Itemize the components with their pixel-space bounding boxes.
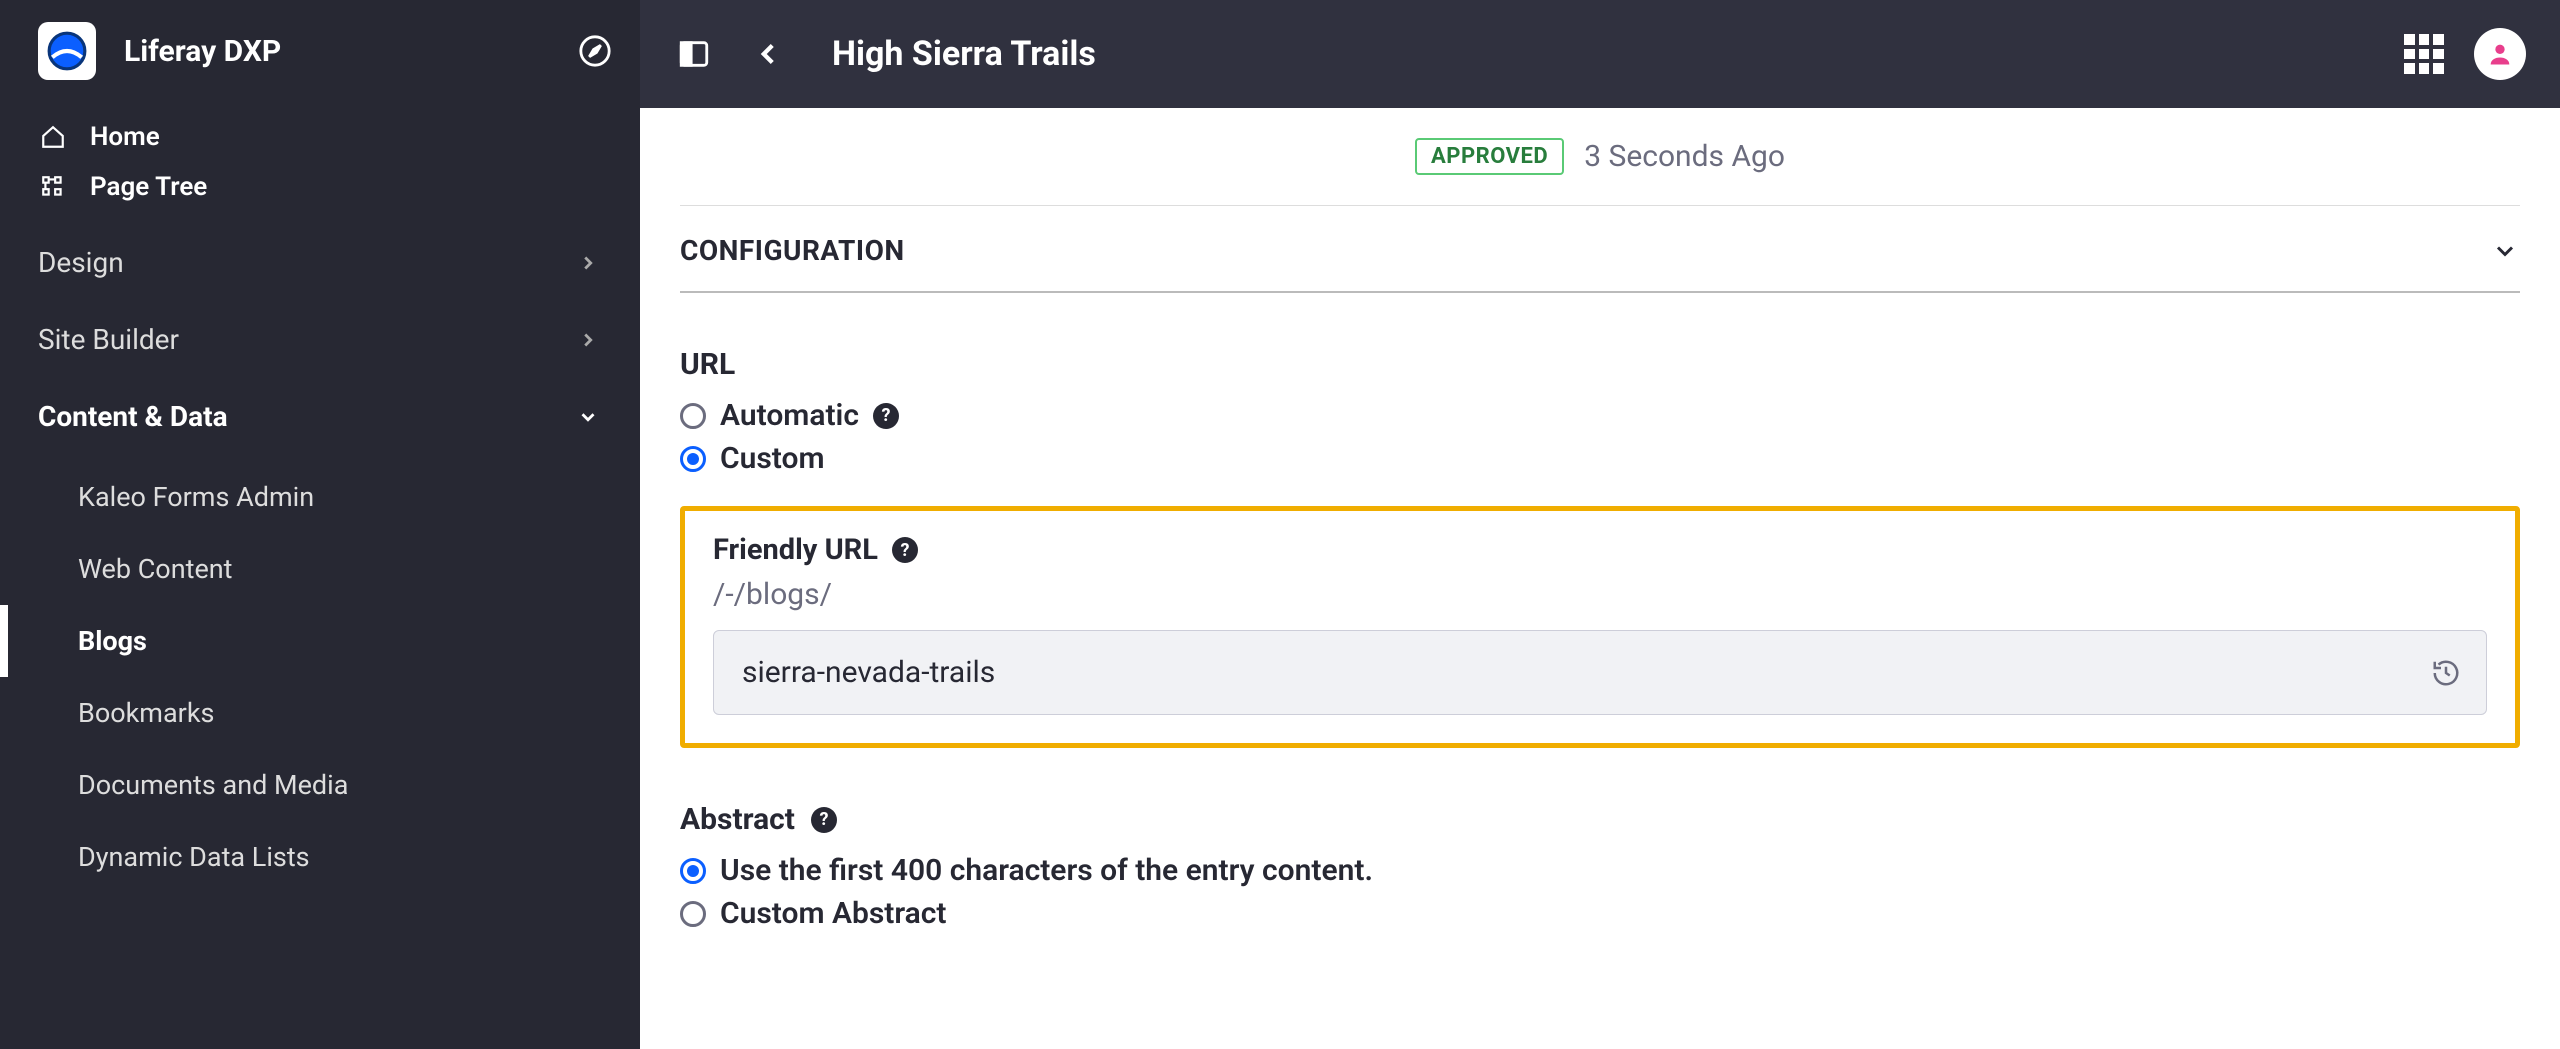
status-badge: APPROVED <box>1415 138 1564 175</box>
radio-icon <box>680 901 706 927</box>
sidebar-subitems: Kaleo Forms Admin Web Content Blogs Book… <box>0 455 640 899</box>
app-logo[interactable] <box>38 22 96 80</box>
quicklink-label: Page Tree <box>90 172 207 202</box>
history-icon[interactable] <box>2429 656 2463 690</box>
section-label: Content & Data <box>38 400 228 433</box>
sidebar-section-design[interactable]: Design <box>0 224 640 301</box>
app-title: Liferay DXP <box>124 34 578 69</box>
abstract-option-first400[interactable]: Use the first 400 characters of the entr… <box>680 853 2520 888</box>
radio-icon <box>680 858 706 884</box>
radio-icon <box>680 446 706 472</box>
page-title: High Sierra Trails <box>832 34 1096 74</box>
topbar: High Sierra Trails <box>640 0 2560 108</box>
friendly-url-label-text: Friendly URL <box>713 533 878 567</box>
status-bar: APPROVED 3 Seconds Ago <box>640 108 2560 205</box>
configuration-panel: CONFIGURATION URL Automatic ? <box>680 205 2520 931</box>
sidebar-item-bookmarks[interactable]: Bookmarks <box>0 677 640 749</box>
help-icon[interactable]: ? <box>811 807 837 833</box>
user-avatar[interactable] <box>2474 28 2526 80</box>
section-label: Site Builder <box>38 323 179 356</box>
radio-label: Automatic <box>720 398 859 433</box>
panel-toggle-icon[interactable] <box>674 34 714 74</box>
sidebar-section-site-builder[interactable]: Site Builder <box>0 301 640 378</box>
url-section: URL Automatic ? Custom <box>680 347 2520 476</box>
quicklink-label: Home <box>90 122 160 152</box>
abstract-section: Abstract ? Use the first 400 characters … <box>680 802 2520 931</box>
chevron-right-icon <box>574 249 602 277</box>
main-area: High Sierra Trails APPROVED 3 Seconds Ag… <box>640 0 2560 1049</box>
compass-icon[interactable] <box>578 34 612 68</box>
panel-header[interactable]: CONFIGURATION <box>680 206 2520 293</box>
home-icon <box>38 122 68 152</box>
panel-title: CONFIGURATION <box>680 234 905 267</box>
apps-grid-icon[interactable] <box>2404 34 2444 74</box>
chevron-down-icon <box>2490 236 2520 266</box>
radio-icon <box>680 403 706 429</box>
content: APPROVED 3 Seconds Ago CONFIGURATION URL <box>640 108 2560 1049</box>
section-label: Design <box>38 246 124 279</box>
chevron-down-icon <box>574 403 602 431</box>
radio-label: Custom Abstract <box>720 896 947 931</box>
sidebar: Liferay DXP Home <box>0 0 640 1049</box>
sidebar-item-kaleo-forms-admin[interactable]: Kaleo Forms Admin <box>0 461 640 533</box>
liferay-logo-icon <box>46 30 88 72</box>
url-option-automatic[interactable]: Automatic ? <box>680 398 2520 433</box>
sidebar-header: Liferay DXP <box>0 0 640 102</box>
tree-icon <box>38 172 68 202</box>
radio-label: Use the first 400 characters of the entr… <box>720 853 1373 888</box>
chevron-right-icon <box>574 326 602 354</box>
sidebar-item-blogs[interactable]: Blogs <box>0 605 640 677</box>
url-option-custom[interactable]: Custom <box>680 441 2520 476</box>
sidebar-section-content-data[interactable]: Content & Data <box>0 378 640 455</box>
sidebar-quicklink-home[interactable]: Home <box>0 112 640 162</box>
sidebar-item-dynamic-data-lists[interactable]: Dynamic Data Lists <box>0 821 640 893</box>
back-button[interactable] <box>748 34 788 74</box>
status-time: 3 Seconds Ago <box>1584 139 1785 174</box>
help-icon[interactable]: ? <box>873 403 899 429</box>
abstract-heading: Abstract ? <box>680 802 2520 837</box>
abstract-heading-text: Abstract <box>680 802 795 837</box>
sidebar-quicklinks: Home Page Tree <box>0 102 640 224</box>
sidebar-item-documents-and-media[interactable]: Documents and Media <box>0 749 640 821</box>
friendly-url-group: Friendly URL ? /-/blogs/ <box>680 506 2520 748</box>
help-icon[interactable]: ? <box>892 537 918 563</box>
abstract-option-custom[interactable]: Custom Abstract <box>680 896 2520 931</box>
friendly-url-input[interactable] <box>713 630 2487 715</box>
friendly-url-prefix: /-/blogs/ <box>713 577 2487 612</box>
sidebar-quicklink-page-tree[interactable]: Page Tree <box>0 162 640 212</box>
sidebar-item-web-content[interactable]: Web Content <box>0 533 640 605</box>
radio-label: Custom <box>720 441 825 476</box>
friendly-url-label: Friendly URL ? <box>713 533 2487 567</box>
url-heading: URL <box>680 347 2520 382</box>
